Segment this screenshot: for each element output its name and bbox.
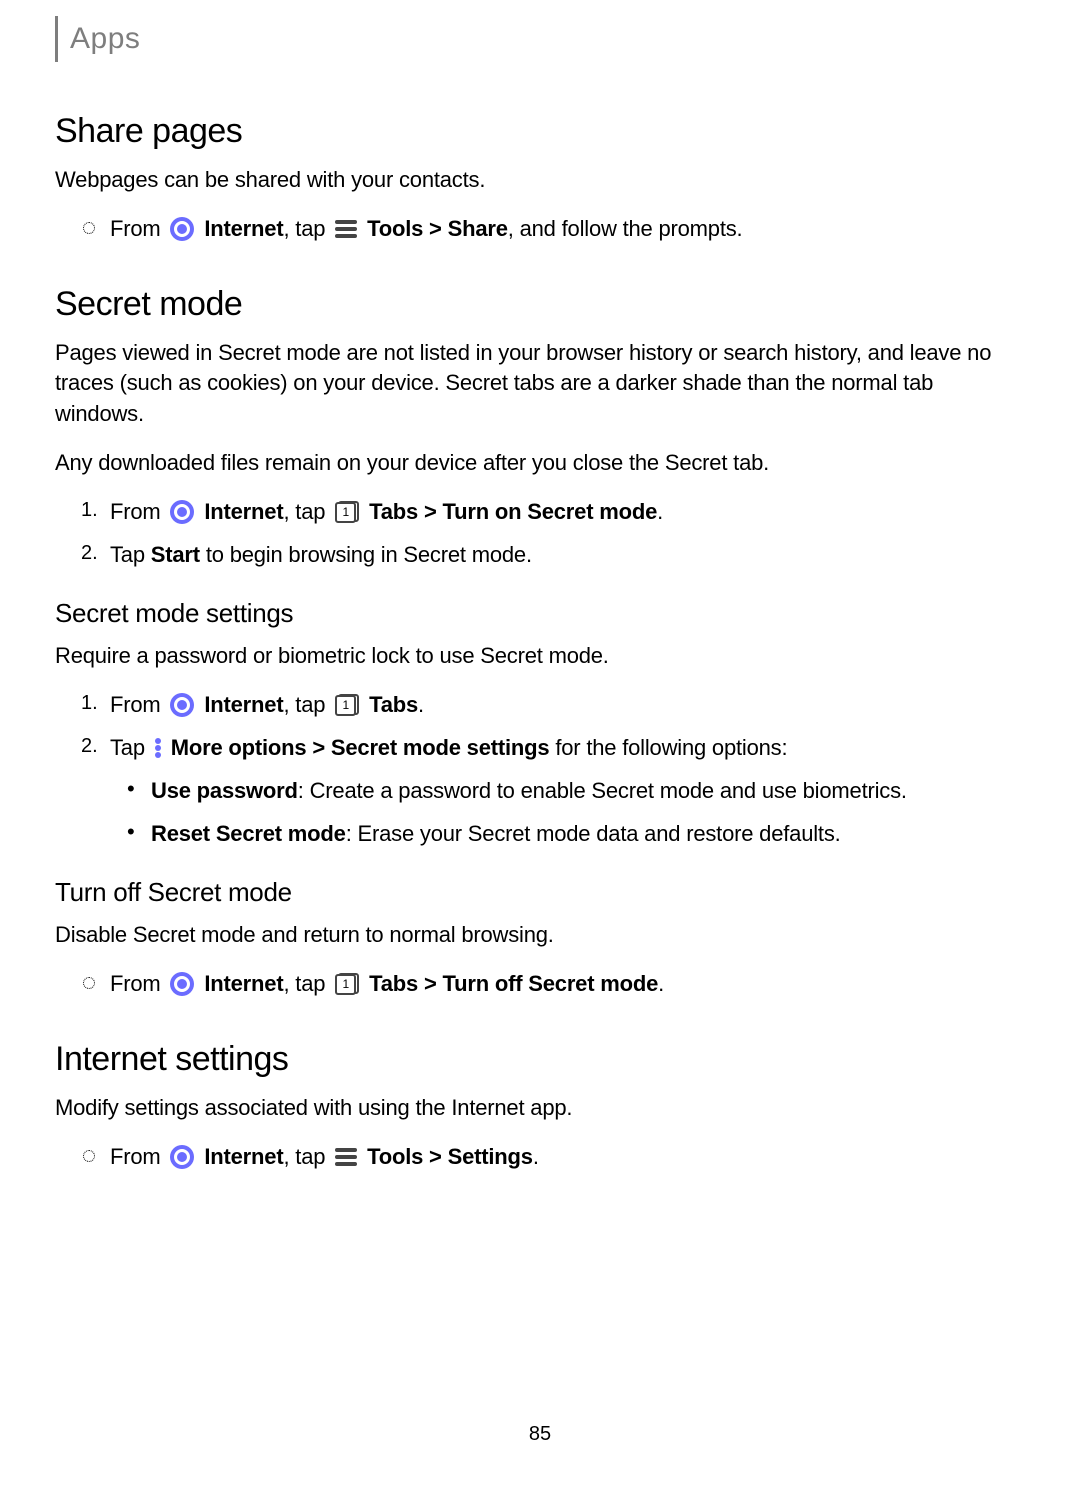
- text: From: [110, 1144, 166, 1169]
- text: .: [658, 971, 664, 996]
- menu-more: More options: [171, 735, 307, 760]
- sep: >: [418, 499, 442, 524]
- secret-mode-settings-intro: Require a password or biometric lock to …: [55, 641, 1025, 672]
- text: From: [110, 216, 166, 241]
- text: , tap: [283, 499, 331, 524]
- sep: >: [306, 735, 330, 760]
- internet-settings-step: From Internet, tap Tools > Settings.: [55, 1142, 1025, 1173]
- app-name: Internet: [204, 499, 283, 524]
- menu-tools: Tools: [367, 1144, 423, 1169]
- action-start: Start: [151, 542, 200, 567]
- tools-icon: [335, 220, 357, 238]
- text: From: [110, 692, 166, 717]
- share-pages-step: From Internet, tap Tools > Share, and fo…: [55, 214, 1025, 245]
- secret-mode-option-use-password: Use password: Create a password to enabl…: [55, 776, 1025, 807]
- text: , and follow the prompts.: [508, 216, 743, 241]
- text: , tap: [283, 216, 331, 241]
- internet-settings-heading: Internet settings: [55, 1040, 1025, 1079]
- header-title: Apps: [70, 22, 140, 56]
- text: From: [110, 499, 166, 524]
- internet-settings-intro: Modify settings associated with using th…: [55, 1093, 1025, 1124]
- step-number: 1.: [81, 692, 98, 715]
- text: Tap: [110, 735, 151, 760]
- page-content: Apps Share pages Webpages can be shared …: [0, 0, 1080, 1486]
- secret-mode-p1: Pages viewed in Secret mode are not list…: [55, 338, 1025, 430]
- secret-mode-p2: Any downloaded files remain on your devi…: [55, 448, 1025, 479]
- secret-mode-settings-heading: Secret mode settings: [55, 598, 1025, 629]
- menu-tools: Tools: [367, 216, 423, 241]
- secret-mode-heading: Secret mode: [55, 285, 1025, 324]
- action-turn-on: Turn on Secret mode: [443, 499, 658, 524]
- page-number: 85: [55, 1423, 1025, 1446]
- text: From: [110, 971, 166, 996]
- internet-icon: [170, 217, 194, 241]
- turn-off-secret-heading: Turn off Secret mode: [55, 877, 1025, 908]
- step-number: 2.: [81, 542, 98, 565]
- text: : Create a password to enable Secret mod…: [298, 778, 907, 803]
- internet-icon: [170, 500, 194, 524]
- text: for the following options:: [549, 735, 787, 760]
- text: , tap: [283, 1144, 331, 1169]
- app-name: Internet: [204, 971, 283, 996]
- more-options-icon: [155, 738, 161, 758]
- menu-tabs: Tabs: [369, 692, 418, 717]
- header-accent-bar: [55, 16, 58, 62]
- text: : Erase your Secret mode data and restor…: [346, 821, 841, 846]
- menu-tabs: Tabs: [369, 499, 418, 524]
- turn-off-secret-intro: Disable Secret mode and return to normal…: [55, 920, 1025, 951]
- text: , tap: [283, 971, 331, 996]
- text: Tap: [110, 542, 151, 567]
- text: , tap: [283, 692, 331, 717]
- menu-tabs: Tabs: [369, 971, 418, 996]
- internet-icon: [170, 972, 194, 996]
- share-pages-heading: Share pages: [55, 112, 1025, 151]
- internet-icon: [170, 1145, 194, 1169]
- share-pages-intro: Webpages can be shared with your contact…: [55, 165, 1025, 196]
- turn-off-secret-step: From Internet, tap 1 Tabs > Turn off Sec…: [55, 969, 1025, 1000]
- app-name: Internet: [204, 692, 283, 717]
- action-turn-off: Turn off Secret mode: [443, 971, 659, 996]
- app-name: Internet: [204, 1144, 283, 1169]
- action-settings: Settings: [448, 1144, 533, 1169]
- option-label: Reset Secret mode: [151, 821, 346, 846]
- tabs-icon: 1: [335, 501, 359, 523]
- text: to begin browsing in Secret mode.: [200, 542, 532, 567]
- secret-mode-settings-step1: 1. From Internet, tap 1 Tabs.: [55, 690, 1025, 721]
- tabs-icon: 1: [335, 973, 359, 995]
- internet-icon: [170, 693, 194, 717]
- text: .: [657, 499, 663, 524]
- sep: >: [423, 216, 447, 241]
- step-number: 2.: [81, 735, 98, 758]
- step-number: 1.: [81, 499, 98, 522]
- secret-mode-option-reset: Reset Secret mode: Erase your Secret mod…: [55, 819, 1025, 850]
- secret-mode-step2: 2. Tap Start to begin browsing in Secret…: [55, 540, 1025, 571]
- secret-mode-step1: 1. From Internet, tap 1 Tabs > Turn on S…: [55, 497, 1025, 528]
- tools-icon: [335, 1148, 357, 1166]
- sep: >: [418, 971, 442, 996]
- text: .: [533, 1144, 539, 1169]
- option-label: Use password: [151, 778, 298, 803]
- page-header: Apps: [55, 0, 1025, 62]
- action-share: Share: [448, 216, 508, 241]
- sep: >: [423, 1144, 447, 1169]
- tabs-icon: 1: [335, 694, 359, 716]
- secret-mode-settings-step2: 2. Tap More options > Secret mode settin…: [55, 733, 1025, 764]
- text: .: [418, 692, 424, 717]
- action-secret-settings: Secret mode settings: [331, 735, 550, 760]
- app-name: Internet: [204, 216, 283, 241]
